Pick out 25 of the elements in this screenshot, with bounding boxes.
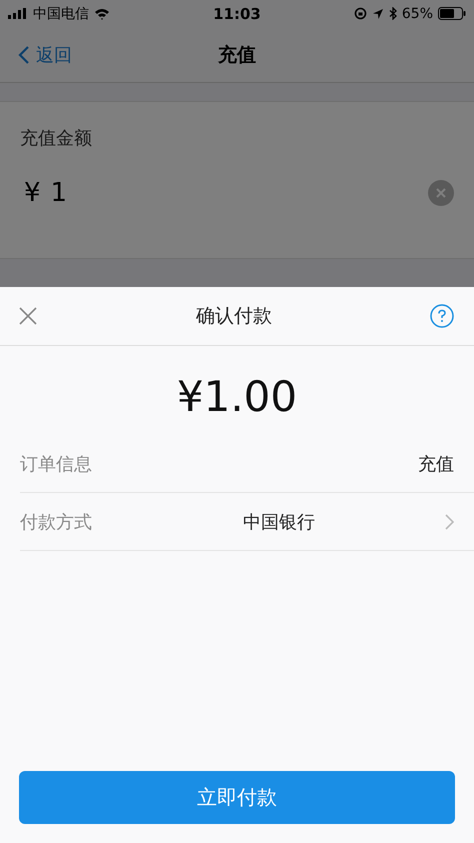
- rotation-lock-icon: [354, 7, 367, 20]
- pay-now-button[interactable]: 立即付款: [19, 771, 455, 824]
- bluetooth-icon: [388, 7, 397, 20]
- row-label: 付款方式: [20, 510, 93, 534]
- signal-icon: [8, 8, 28, 19]
- battery-icon: [438, 7, 466, 20]
- close-icon[interactable]: [18, 306, 38, 326]
- wifi-icon: [94, 8, 110, 20]
- row-value: 充值: [418, 452, 454, 476]
- row-label: 订单信息: [20, 452, 93, 476]
- page-title: 充值: [218, 42, 256, 68]
- chevron-left-icon: [18, 44, 30, 64]
- payment-method-link[interactable]: 中国银行: [243, 510, 315, 534]
- chevron-right-icon: [445, 514, 454, 530]
- currency-sign: ¥: [24, 178, 41, 208]
- payment-amount: ¥1.00: [176, 371, 298, 423]
- location-arrow-icon: [372, 8, 384, 20]
- amount-label: 充值金额: [20, 127, 93, 150]
- help-icon[interactable]: [430, 304, 454, 328]
- sheet-title: 确认付款: [196, 304, 272, 329]
- carrier-name: 中国电信: [33, 4, 89, 22]
- clear-icon[interactable]: [428, 180, 454, 206]
- amount-field[interactable]: ¥ 1: [20, 178, 454, 208]
- battery-percent: 65%: [402, 6, 433, 22]
- clock-time: 11:03: [213, 4, 261, 22]
